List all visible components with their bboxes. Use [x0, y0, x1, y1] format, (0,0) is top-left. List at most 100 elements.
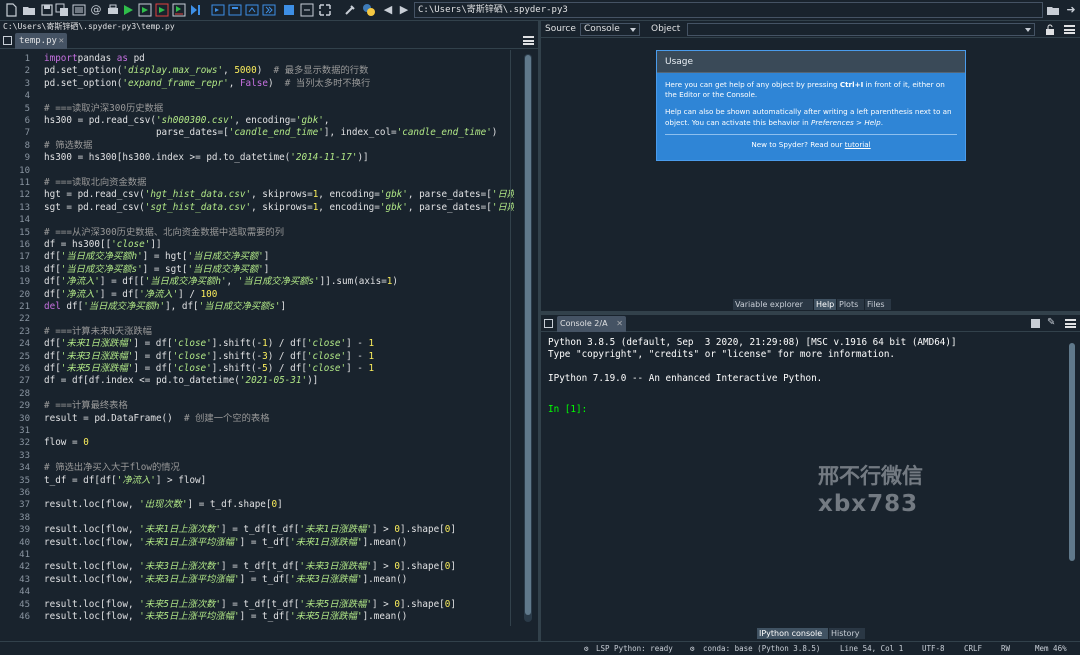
- code-line[interactable]: # ===计算最终表格: [44, 400, 128, 412]
- code-line[interactable]: df['当日成交净买额h'] = hgt['当日成交净买额']: [44, 251, 269, 263]
- line-number: 16: [19, 240, 30, 250]
- python-path-icon[interactable]: [362, 3, 376, 17]
- step-into-icon[interactable]: [228, 3, 242, 17]
- open-file-icon[interactable]: [22, 3, 36, 17]
- line-number: 32: [19, 438, 30, 449]
- code-line[interactable]: # 筛选出净买入大于flow的情况: [44, 462, 180, 474]
- preferences-icon[interactable]: [343, 3, 357, 17]
- step-icon[interactable]: [211, 3, 225, 17]
- code-line[interactable]: del df['当日成交净买额h'], df['当日成交净买额s']: [44, 301, 286, 313]
- save-icon[interactable]: [40, 3, 54, 17]
- memory-usage: Mem 46%: [1035, 644, 1067, 653]
- code-line[interactable]: result.loc[flow, '出现次数'] = t_df.shape[0]: [44, 499, 283, 511]
- code-line[interactable]: pd.set_option('display.max_rows', 5000) …: [44, 65, 368, 77]
- tab-files[interactable]: Files: [865, 299, 891, 310]
- code-line[interactable]: hs300 = hs300[hs300.index >= pd.to_datet…: [44, 152, 369, 164]
- code-line[interactable]: result = pd.DataFrame() # 创建一个空的表格: [44, 413, 270, 425]
- run-cell-icon[interactable]: [155, 3, 169, 17]
- close-console-tab-icon[interactable]: ✕: [616, 316, 623, 332]
- help-options-menu-icon[interactable]: [1064, 25, 1075, 34]
- code-line[interactable]: pd.set_option('expand_frame_repr', False…: [44, 78, 370, 90]
- tab-console-2a[interactable]: Console 2/A ✕: [557, 316, 626, 332]
- up-icon[interactable]: ➜: [1064, 3, 1078, 17]
- clear-console-icon[interactable]: ✎: [1047, 317, 1055, 328]
- code-line[interactable]: df['净流入'] = df[['当日成交净买额h', '当日成交净买额s']]…: [44, 276, 398, 288]
- code-line[interactable]: result.loc[flow, '未来3日上涨平均涨幅'] = t_df['未…: [44, 574, 407, 586]
- tab-variable-explorer[interactable]: Variable explorer: [733, 299, 813, 310]
- code-line[interactable]: sgt = pd.read_csv('sgt_hist_data.csv', s…: [44, 202, 514, 214]
- source-select[interactable]: Console: [580, 23, 640, 36]
- tab-ipython-console[interactable]: IPython console: [757, 628, 828, 639]
- console-options-menu-icon[interactable]: [1065, 319, 1076, 328]
- code-line[interactable]: # ===计算未来N天涨跌幅: [44, 326, 152, 338]
- line-number: 9: [24, 153, 30, 164]
- line-number: 3: [24, 78, 30, 89]
- object-input[interactable]: [687, 23, 1035, 36]
- code-line[interactable]: result.loc[flow, '未来3日上涨次数'] = t_df[t_df…: [44, 561, 456, 573]
- tab-plots[interactable]: Plots: [837, 299, 864, 310]
- code-line[interactable]: df['未来5日涨跌幅'] = df['close'].shift(-5) / …: [44, 363, 374, 375]
- code-area[interactable]: importpandas as pd pd.set_option('display…: [44, 50, 514, 626]
- step-return-icon[interactable]: [245, 3, 259, 17]
- save-all-icon[interactable]: [55, 3, 69, 17]
- close-tab-icon[interactable]: ✕: [59, 33, 64, 49]
- console-browse-tabs-icon[interactable]: [544, 319, 553, 328]
- maximize-icon[interactable]: [318, 3, 332, 17]
- lsp-status: LSP Python: ready: [596, 644, 673, 653]
- code-line[interactable]: df = hs300[['close']]: [44, 239, 162, 251]
- browse-tabs-icon[interactable]: [3, 36, 12, 45]
- stop-icon[interactable]: [282, 3, 296, 17]
- code-line[interactable]: # ===读取沪深300历史数据: [44, 103, 163, 115]
- code-line[interactable]: t_df = df[df['净流入'] > flow]: [44, 475, 206, 487]
- code-line[interactable]: flow = 0: [44, 437, 89, 449]
- code-line[interactable]: result.loc[flow, '未来5日上涨平均涨幅'] = t_df['未…: [44, 611, 407, 623]
- browse-icon[interactable]: [1046, 3, 1060, 17]
- cursor-position: Line 54, Col 1: [840, 644, 904, 653]
- run-file-icon[interactable]: [138, 3, 152, 17]
- code-line[interactable]: # ===从沪深300历史数据、北向资金数据中选取需要的列: [44, 227, 284, 239]
- code-line[interactable]: df['当日成交净买额s'] = sgt['当日成交净买额']: [44, 264, 269, 276]
- code-line[interactable]: parse_dates=['candle_end_time'], index_c…: [44, 127, 497, 139]
- back-icon[interactable]: ◀: [381, 3, 395, 17]
- code-line[interactable]: df = df[df.index <= pd.to_datetime('2021…: [44, 375, 318, 387]
- print-icon[interactable]: [106, 3, 120, 17]
- editor-scrollbar[interactable]: [524, 54, 532, 622]
- tab-history[interactable]: History: [829, 628, 865, 639]
- run-icon[interactable]: [121, 3, 135, 17]
- code-line[interactable]: hs300 = pd.read_csv('sh000300.csv', enco…: [44, 115, 330, 127]
- code-line[interactable]: result.loc[flow, '未来5日上涨次数'] = t_df[t_df…: [44, 599, 456, 611]
- code-line[interactable]: # 筛选数据: [44, 140, 92, 152]
- code-line[interactable]: df['未来1日涨跌幅'] = df['close'].shift(-1) / …: [44, 338, 374, 350]
- console-output-line: Python 3.8.5 (default, Sep 3 2020, 21:29…: [548, 337, 957, 348]
- ipython-console[interactable]: Python 3.8.5 (default, Sep 3 2020, 21:29…: [541, 333, 1080, 626]
- line-number: 21: [19, 302, 30, 312]
- at-icon[interactable]: @: [89, 3, 103, 17]
- code-editor[interactable]: 1 2 3 4 5 6 7 8 9 10 11 12 13 14 15 16 17 18 19 20 21 22 23 24 2…: [0, 50, 538, 626]
- code-line[interactable]: result.loc[flow, '未来1日上涨平均涨幅'] = t_df['未…: [44, 537, 407, 549]
- new-file-icon[interactable]: [4, 3, 18, 17]
- editor-options-menu-icon[interactable]: [523, 36, 534, 45]
- editor-scrollbar-thumb[interactable]: [525, 55, 531, 615]
- working-directory-input[interactable]: C:\Users\寄斯锌硒\.spyder-py3: [414, 2, 1043, 18]
- lock-icon[interactable]: [1045, 24, 1055, 35]
- console-prompt[interactable]: In [1]:: [548, 404, 587, 416]
- code-line[interactable]: result.loc[flow, '未来1日上涨次数'] = t_df[t_df…: [44, 524, 456, 536]
- code-line[interactable]: df['未来3日涨跌幅'] = df['close'].shift(-3) / …: [44, 351, 374, 363]
- code-line[interactable]: hgt = pd.read_csv('hgt_hist_data.csv', s…: [44, 189, 514, 201]
- tab-help[interactable]: Help: [814, 299, 836, 310]
- list-icon[interactable]: [72, 3, 86, 17]
- forward-icon[interactable]: ▶: [397, 3, 411, 17]
- code-line[interactable]: importpandas as pd: [44, 53, 145, 65]
- continue-icon[interactable]: [262, 3, 276, 17]
- run-selection-icon[interactable]: [300, 3, 314, 17]
- run-cell-advance-icon[interactable]: [172, 3, 186, 17]
- console-output-line: IPython 7.19.0 -- An enhanced Interactiv…: [548, 373, 823, 384]
- code-line[interactable]: # ===读取北向资金数据: [44, 177, 146, 189]
- tab-temp-py[interactable]: temp.py ✕: [15, 33, 67, 49]
- console-scrollbar[interactable]: [1069, 343, 1075, 561]
- code-line[interactable]: df['净流入'] = df['净流入'] / 100: [44, 289, 217, 301]
- debug-icon[interactable]: [189, 3, 203, 17]
- tutorial-link[interactable]: tutorial: [845, 140, 871, 149]
- stop-kernel-icon[interactable]: [1031, 319, 1040, 328]
- console-output-line: Type "copyright", "credits" or "license"…: [548, 349, 896, 360]
